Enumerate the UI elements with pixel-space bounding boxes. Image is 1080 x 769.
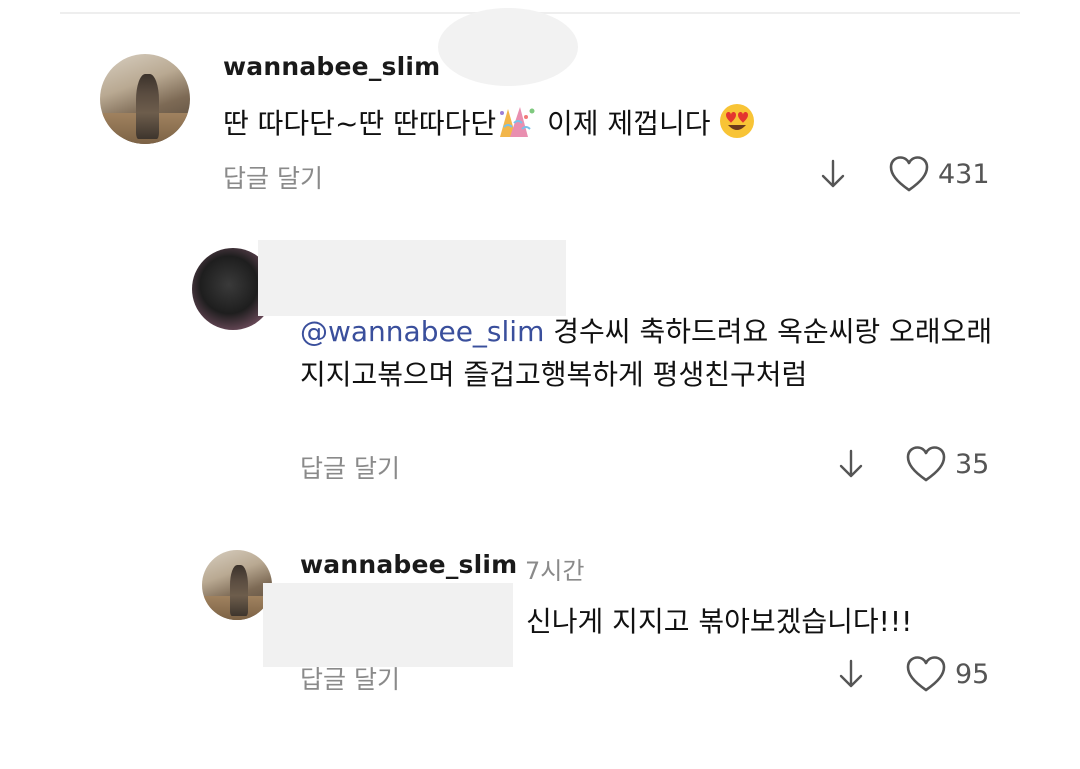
- like-count: 95: [955, 658, 990, 690]
- download-arrow-icon[interactable]: [836, 658, 866, 690]
- comment-text: 딴 따다단~딴 딴따다단 이제 제껍니다: [223, 102, 755, 145]
- heart-outline-icon: [906, 446, 946, 482]
- comment-text-part: 이제 제껍니다: [538, 107, 711, 140]
- like-button[interactable]: 35: [905, 444, 989, 484]
- heart-outline-icon: [906, 656, 946, 692]
- download-arrow-icon[interactable]: [836, 448, 866, 480]
- reply-button[interactable]: 답글 달기: [223, 159, 323, 195]
- like-button[interactable]: 431: [888, 154, 990, 194]
- redaction-mention: [263, 583, 513, 667]
- download-arrow-icon[interactable]: [818, 158, 848, 190]
- heart-eyes-emoji-icon: [720, 104, 755, 138]
- comment-text-part: 딴 따다단~딴 딴따다단: [223, 107, 497, 140]
- heart-outline-icon: [889, 156, 929, 192]
- reply-button[interactable]: 답글 달기: [300, 449, 400, 485]
- like-button[interactable]: 95: [905, 654, 989, 694]
- reply-text: @wannabee_slim 경수씨 축하드려요 옥순씨랑 오래오래 지지고볶으…: [300, 310, 1000, 396]
- avatar-wannabee-slim[interactable]: [100, 54, 190, 144]
- redaction-username: [258, 240, 566, 316]
- like-count: 431: [938, 158, 990, 190]
- comment-username[interactable]: wannabee_slim: [223, 52, 440, 81]
- avatar-wannabee-slim[interactable]: [202, 550, 272, 620]
- like-count: 35: [955, 448, 990, 480]
- mention-link[interactable]: @wannabee_slim: [300, 315, 544, 348]
- confetti-emoji-icon: [500, 107, 535, 137]
- redaction-timestamp: [438, 8, 578, 86]
- comment-timestamp: 7시간: [525, 557, 585, 585]
- comment-username[interactable]: wannabee_slim: [300, 550, 517, 579]
- reply-text: 신나게 지지고 볶아보겠습니다!!!: [526, 605, 913, 638]
